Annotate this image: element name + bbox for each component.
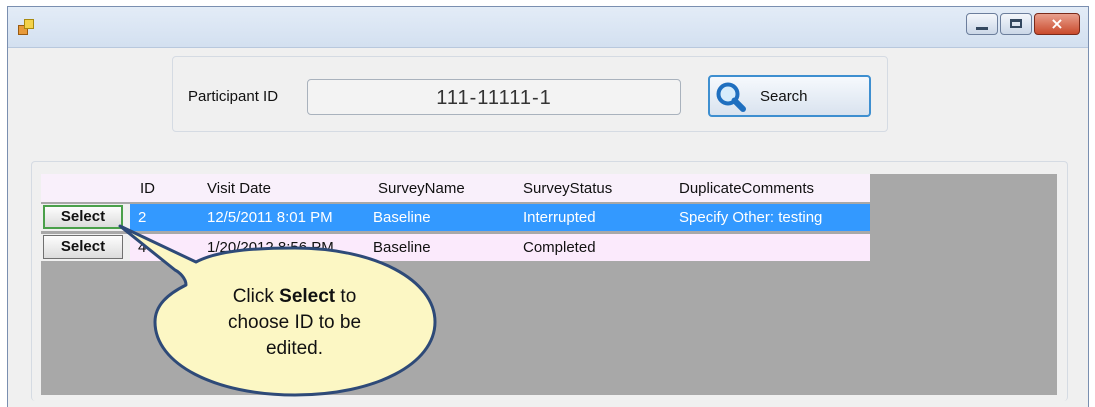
cell-id: 2 <box>138 209 147 226</box>
search-button-label: Search <box>760 88 808 105</box>
column-header-visit-date[interactable]: Visit Date <box>207 180 271 197</box>
table-row[interactable]: Select 2 12/5/2011 8:01 PM Baseline Inte… <box>41 204 870 231</box>
cell-survey-name: Baseline <box>373 239 431 256</box>
cell-survey-status: Completed <box>523 239 596 256</box>
magnifier-icon <box>716 82 746 112</box>
window-controls: × <box>966 13 1080 37</box>
search-button[interactable]: Search <box>708 75 871 117</box>
cell-id: 4 <box>138 239 147 256</box>
column-header-duplicate-comments[interactable]: DuplicateComments <box>679 180 814 197</box>
maximize-button[interactable] <box>1000 13 1032 35</box>
select-button[interactable]: Select <box>43 205 123 229</box>
select-cell: Select <box>41 234 130 261</box>
column-header-survey-status[interactable]: SurveyStatus <box>523 180 612 197</box>
cell-survey-name: Baseline <box>373 209 431 226</box>
maximize-icon <box>1010 19 1022 28</box>
column-header-id[interactable]: ID <box>140 180 155 197</box>
select-button[interactable]: Select <box>43 235 123 259</box>
cell-visit-date: 1/20/2012 8:56 PM <box>207 239 334 256</box>
callout-text: Click Select to choose ID to be edited. <box>227 286 362 359</box>
close-button[interactable]: × <box>1034 13 1080 35</box>
minimize-button[interactable] <box>966 13 998 35</box>
minimize-icon <box>976 27 988 30</box>
cell-survey-status: Interrupted <box>523 209 596 226</box>
participant-id-label: Participant ID <box>188 88 279 105</box>
title-bar[interactable]: × <box>8 7 1088 48</box>
select-cell: Select <box>41 204 130 231</box>
cell-duplicate-comments: Specify Other: testing <box>679 209 823 226</box>
column-header-survey-name[interactable]: SurveyName <box>378 180 465 197</box>
close-icon: × <box>1050 14 1064 33</box>
cell-visit-date: 12/5/2011 8:01 PM <box>207 209 333 226</box>
participant-id-input[interactable]: 111-11111-1 <box>307 79 681 115</box>
table-row[interactable]: Select 4 1/20/2012 8:56 PM Baseline Comp… <box>41 234 870 261</box>
search-panel: Participant ID 111-11111-1 Search <box>172 56 888 132</box>
app-window-icon <box>18 19 34 35</box>
grid-header: ID Visit Date SurveyName SurveyStatus Du… <box>41 174 870 202</box>
